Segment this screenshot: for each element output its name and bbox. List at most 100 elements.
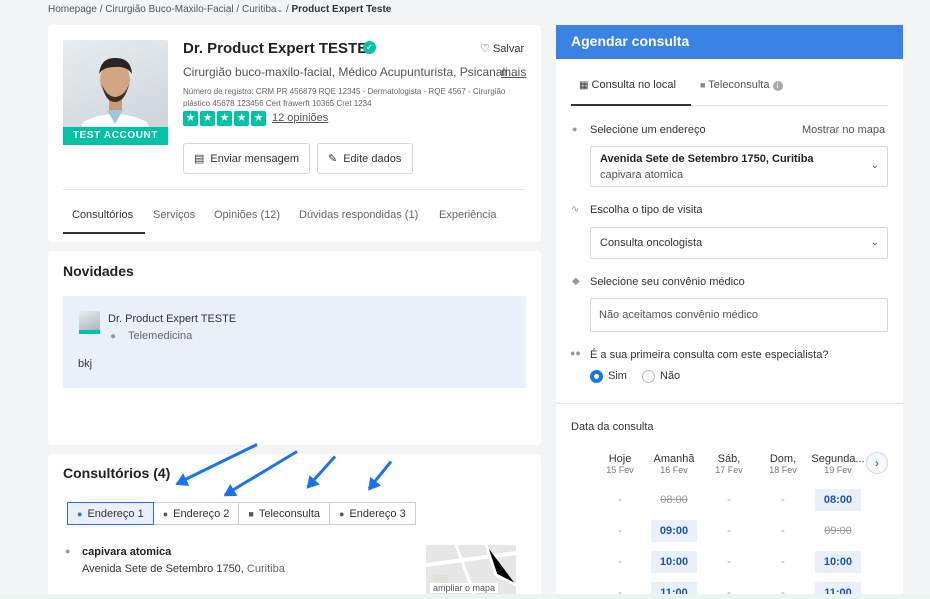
news-location: Telemedicina xyxy=(128,330,193,342)
star-icon: ★ xyxy=(234,111,249,126)
time-slot[interactable]: 08:00 xyxy=(815,489,861,511)
time-slot: - xyxy=(618,525,622,537)
map-pin-icon: ● xyxy=(339,508,345,519)
breadcrumb: Homepage / Cirurgião Buco-Maxilo-Facial … xyxy=(48,4,392,15)
opinions-link[interactable]: 12 opiniões xyxy=(272,112,328,124)
bottom-bar xyxy=(0,594,930,599)
enlarge-map-link[interactable]: ampliar o mapa xyxy=(430,583,499,593)
news-text: bkj xyxy=(78,358,93,370)
booking-title: Agendar consulta xyxy=(556,25,903,59)
chat-icon: ▤ xyxy=(194,153,205,165)
breadcrumb-specialty[interactable]: Cirurgião Buco-Maxilo-Facial xyxy=(105,4,233,15)
tab-consulta-local[interactable]: ▦ Consulta no local xyxy=(579,79,676,91)
time-slot: - xyxy=(781,556,785,568)
offices-title: Consultórios (4) xyxy=(63,465,171,481)
test-account-badge: TEST ACCOUNT xyxy=(63,127,168,145)
section-divider xyxy=(556,403,903,404)
time-slot: - xyxy=(781,494,785,506)
chevron-down-icon[interactable]: ⌄ xyxy=(276,5,283,14)
heart-icon: ♡ xyxy=(480,43,490,55)
video-icon: ■ xyxy=(700,80,706,90)
time-slot: 08:00 xyxy=(660,494,688,506)
first-visit-question: É a sua primeira consulta com este espec… xyxy=(590,349,829,361)
star-icon: ★ xyxy=(217,111,232,126)
breadcrumb-current: Product Expert Teste xyxy=(291,4,392,15)
radio-no[interactable] xyxy=(642,370,655,383)
rating-stars: ★ ★ ★ ★ ★ xyxy=(183,111,266,126)
save-button[interactable]: ♡ Salvar xyxy=(480,42,524,55)
building-icon: ▦ xyxy=(579,80,589,91)
time-slot: - xyxy=(727,556,731,568)
registration-numbers: Número de registro: CRM PR 456879 RQE 12… xyxy=(183,87,506,108)
shield-icon: ◆ xyxy=(572,276,580,287)
tab-address-3[interactable]: ● Endereço 3 xyxy=(329,502,416,525)
tab-consultorios[interactable]: Consultórios xyxy=(72,209,133,221)
avatar xyxy=(79,311,100,334)
visit-type-select[interactable]: Consulta oncologista ⌄ xyxy=(590,227,888,259)
news-author: Dr. Product Expert TESTE xyxy=(108,313,237,325)
people-icon: ●● xyxy=(570,348,581,358)
time-slot: - xyxy=(781,525,785,537)
time-slot: - xyxy=(618,494,622,506)
office-name: capivara atomica xyxy=(82,546,172,558)
insurance-value: Não aceitamos convênio médico xyxy=(599,309,758,321)
specialties: Cirurgião buco-maxilo-facial, Médico Acu… xyxy=(183,65,518,79)
verified-icon: ✓ xyxy=(363,41,376,54)
show-map-link[interactable]: Mostrar no mapa xyxy=(802,124,885,136)
time-slot[interactable]: 10:00 xyxy=(651,551,697,573)
chevron-right-icon: › xyxy=(875,456,879,470)
stethoscope-icon: ∿ xyxy=(571,204,580,215)
date-label: Data da consulta xyxy=(571,421,654,433)
insurance-select[interactable]: Não aceitamos convênio médico xyxy=(590,298,888,332)
radio-yes-label: Sim xyxy=(608,370,627,382)
profile-tabs: Consultórios Serviços Opiniões (12) Dúvi… xyxy=(63,189,525,235)
radio-yes[interactable] xyxy=(590,370,603,383)
next-days-button[interactable]: › xyxy=(866,452,888,474)
visit-type-label: Escolha o tipo de visita xyxy=(590,204,703,216)
news-title: Novidades xyxy=(63,263,134,279)
more-link[interactable]: mais xyxy=(501,65,526,79)
time-slot: - xyxy=(618,556,622,568)
tab-duvidas[interactable]: Dúvidas respondidas (1) xyxy=(299,209,418,221)
breadcrumb-city[interactable]: Curitiba xyxy=(242,4,276,15)
tab-experiencia[interactable]: Experiência xyxy=(439,209,496,221)
breadcrumb-homepage[interactable]: Homepage xyxy=(48,4,97,15)
time-slot: - xyxy=(727,525,731,537)
time-slot[interactable]: 09:00 xyxy=(651,520,697,542)
doctor-name: Dr. Product Expert TESTE xyxy=(183,40,368,57)
day-dom: Dom, 18 Fev xyxy=(769,453,797,475)
map-pin-icon: ● xyxy=(77,508,83,519)
map-pin-icon: ● xyxy=(572,124,578,134)
tab-teleconsulta-booking[interactable]: ■ Teleconsulta i xyxy=(700,79,783,91)
day-sab: Sáb, 17 Fev xyxy=(715,453,743,475)
map-pin-icon: ● xyxy=(110,331,117,342)
address-select[interactable]: Avenida Sete de Setembro 1750, Curitiba … xyxy=(590,146,888,187)
address-tabs: ● Endereço 1 ● Endereço 2 ■ Teleconsulta… xyxy=(67,502,416,525)
office-address: Avenida Sete de Setembro 1750, Curitiba xyxy=(82,563,285,575)
info-icon[interactable]: i xyxy=(772,81,783,91)
tab-address-1[interactable]: ● Endereço 1 xyxy=(67,502,154,525)
chevron-down-icon: ⌄ xyxy=(870,160,879,171)
day-segunda: Segunda... 19 Fev xyxy=(811,453,865,475)
time-slot[interactable]: 10:00 xyxy=(815,551,861,573)
tab-opinioes[interactable]: Opiniões (12) xyxy=(214,209,280,221)
star-icon: ★ xyxy=(183,111,198,126)
day-hoje: Hoje 15 Fev xyxy=(606,453,634,475)
address-select-value: Avenida Sete de Setembro 1750, Curitiba xyxy=(600,153,814,165)
tab-servicos[interactable]: Serviços xyxy=(153,209,195,221)
visit-type-value: Consulta oncologista xyxy=(600,237,703,249)
map-pin-icon: ● xyxy=(65,546,71,556)
video-icon: ■ xyxy=(248,508,254,519)
star-icon: ★ xyxy=(251,111,266,126)
booking-tab-indicator xyxy=(571,104,691,106)
send-message-button[interactable]: ▤ Enviar mensagem xyxy=(183,143,310,174)
time-slot: - xyxy=(727,494,731,506)
edit-data-button[interactable]: ✎ Edite dados xyxy=(317,143,413,174)
address-label: Selecione um endereço xyxy=(590,124,706,136)
chevron-down-icon: ⌄ xyxy=(870,237,879,248)
news-post xyxy=(63,296,526,388)
tab-teleconsulta[interactable]: ■ Teleconsulta xyxy=(238,502,330,525)
tab-address-2[interactable]: ● Endereço 2 xyxy=(152,502,240,525)
day-amanha: Amanhã 16 Fev xyxy=(653,453,695,475)
address-select-sub: capivara atomica xyxy=(600,169,684,181)
